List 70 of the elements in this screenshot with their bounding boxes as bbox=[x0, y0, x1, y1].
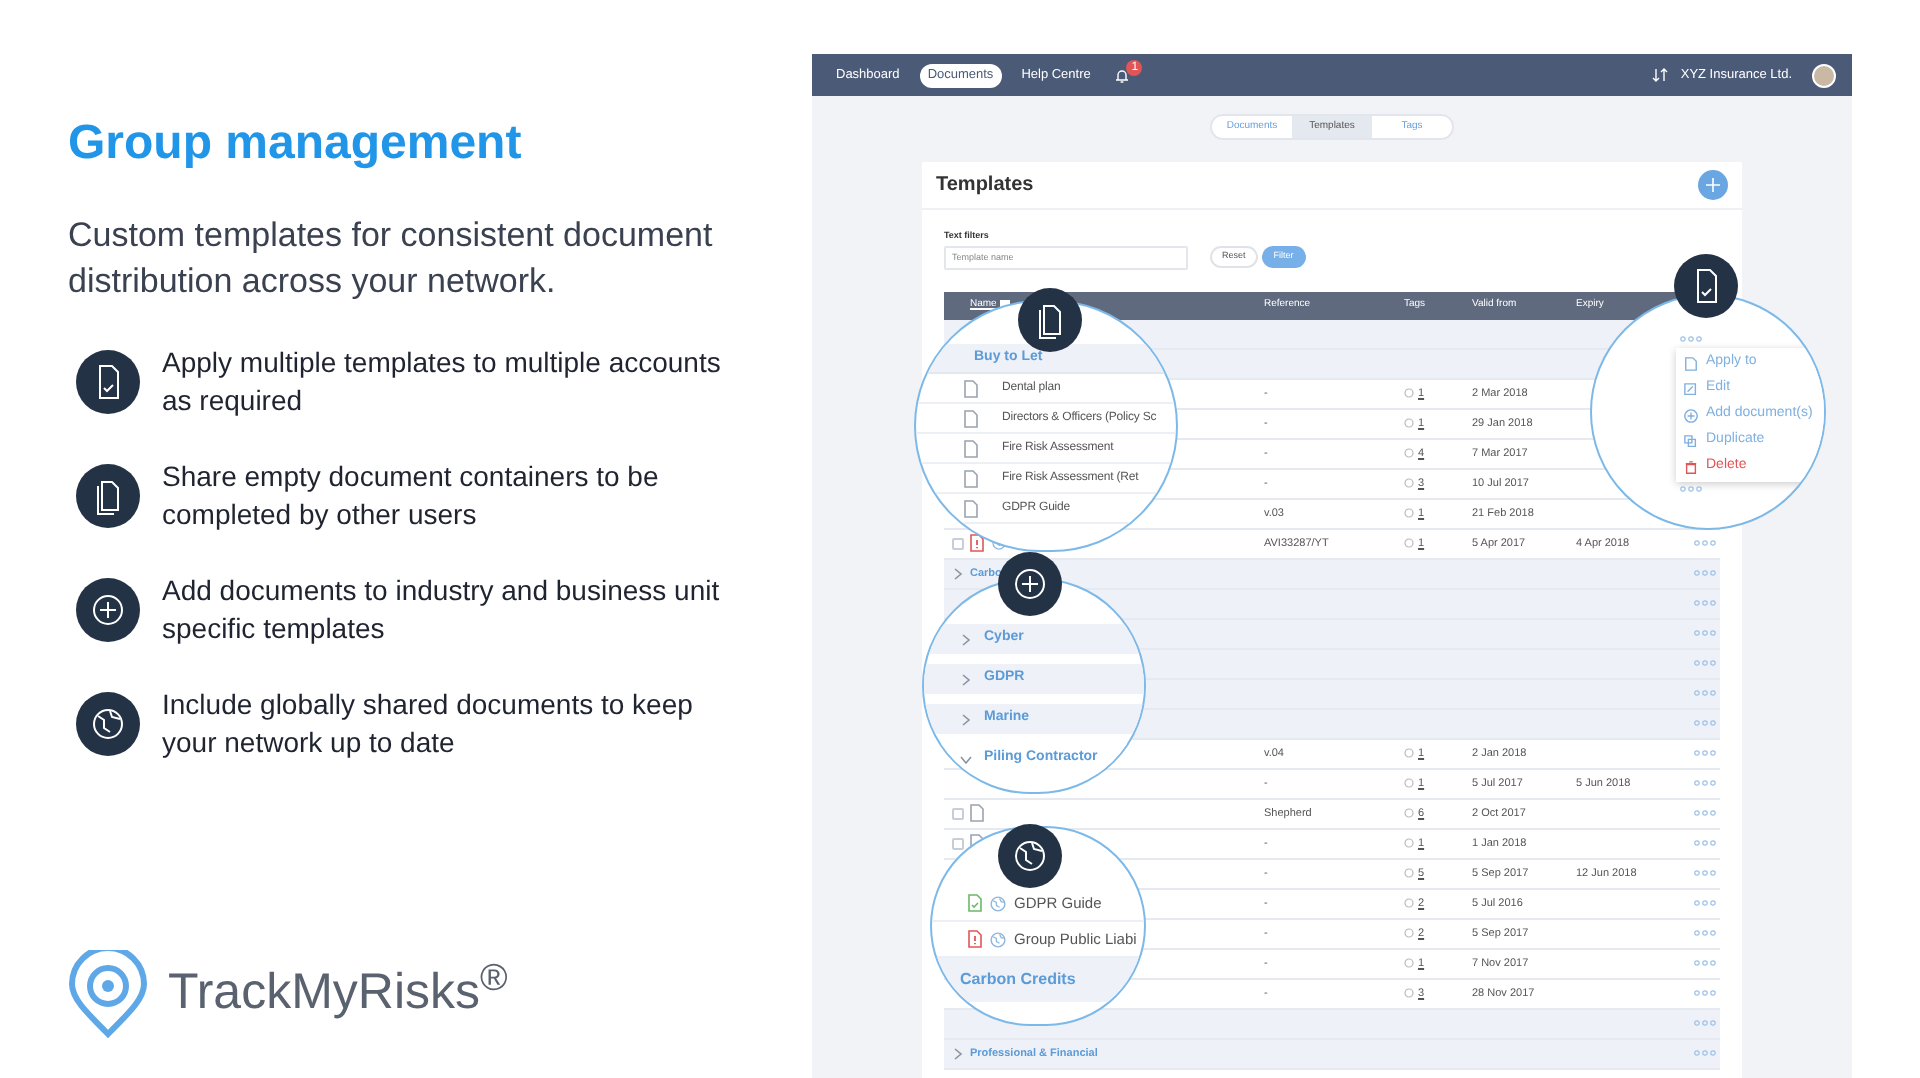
bell-icon[interactable] bbox=[1114, 67, 1131, 83]
more-icon[interactable] bbox=[1693, 750, 1715, 757]
tag-icon bbox=[1404, 868, 1414, 879]
slide-subtitle: Custom templates for consistent document distribution across your network. bbox=[68, 214, 715, 304]
card-title: Templates bbox=[936, 172, 1034, 200]
more-icon[interactable] bbox=[1693, 630, 1715, 637]
more-icon[interactable] bbox=[1693, 780, 1715, 787]
more-icon[interactable] bbox=[1693, 810, 1715, 817]
alert-document-icon bbox=[968, 930, 982, 948]
more-icon[interactable] bbox=[1693, 990, 1715, 997]
more-icon[interactable] bbox=[1693, 540, 1715, 547]
avatar[interactable] bbox=[1812, 63, 1836, 87]
more-icon[interactable] bbox=[1693, 840, 1715, 847]
more-icon[interactable] bbox=[1693, 960, 1715, 967]
tag-icon bbox=[1404, 838, 1414, 849]
row-checkbox[interactable] bbox=[951, 807, 963, 820]
plus-circle-icon bbox=[76, 578, 140, 642]
chevron-icon[interactable] bbox=[960, 673, 972, 685]
tag-icon bbox=[1404, 538, 1414, 549]
row-checkbox[interactable] bbox=[951, 537, 963, 550]
feature-text: Include globally shared documents to keep your network up to date bbox=[162, 686, 695, 762]
duplicate-icon bbox=[1684, 433, 1698, 449]
chevron-icon[interactable] bbox=[960, 633, 972, 645]
logo-text: TrackMyRisks$^{®}$ bbox=[168, 956, 508, 1025]
chevron-icon[interactable] bbox=[951, 1047, 963, 1060]
feature-text: Add documents to industry and business unit specific templates bbox=[162, 572, 722, 648]
delete-icon bbox=[1684, 459, 1698, 475]
more-icon[interactable] bbox=[1693, 720, 1715, 727]
more-icon[interactable] bbox=[1693, 930, 1715, 937]
globe-icon bbox=[76, 692, 140, 756]
tag-icon bbox=[1404, 508, 1414, 519]
document-check-icon bbox=[76, 350, 140, 414]
tag-icon bbox=[1404, 958, 1414, 969]
more-icon[interactable] bbox=[1693, 870, 1715, 877]
add-icon bbox=[1684, 407, 1698, 423]
apply-icon bbox=[1684, 355, 1698, 371]
switch-icon[interactable] bbox=[1652, 68, 1669, 82]
more-icon[interactable] bbox=[1693, 570, 1715, 577]
documents-icon bbox=[76, 464, 140, 528]
more-icon[interactable] bbox=[1693, 690, 1715, 697]
more-icon[interactable] bbox=[1693, 600, 1715, 607]
tag-icon bbox=[1404, 388, 1414, 399]
feature-text: Share empty document containers to be completed by other users bbox=[162, 458, 661, 534]
more-icon[interactable] bbox=[1680, 336, 1702, 342]
add-icon[interactable] bbox=[1698, 170, 1728, 200]
feature-text: Apply multiple templates to multiple accounts as required bbox=[162, 344, 723, 420]
more-icon[interactable] bbox=[1680, 486, 1702, 492]
approved-document-icon bbox=[968, 894, 982, 912]
logo-icon bbox=[68, 950, 148, 1038]
tag-icon bbox=[1404, 448, 1414, 459]
more-icon[interactable] bbox=[1693, 900, 1715, 907]
edit-icon bbox=[1684, 381, 1698, 397]
tag-icon bbox=[1404, 928, 1414, 939]
tag-icon bbox=[1404, 808, 1414, 819]
tag-icon bbox=[1404, 778, 1414, 789]
more-icon[interactable] bbox=[1693, 1050, 1715, 1057]
chevron-icon[interactable] bbox=[960, 713, 972, 725]
tag-icon bbox=[1404, 898, 1414, 909]
tag-icon bbox=[1404, 478, 1414, 489]
globe-icon bbox=[990, 931, 1006, 947]
row-checkbox[interactable] bbox=[951, 837, 963, 850]
chevron-icon[interactable] bbox=[951, 567, 963, 580]
tag-icon bbox=[1404, 988, 1414, 999]
tag-icon bbox=[1404, 418, 1414, 429]
more-icon[interactable] bbox=[1693, 660, 1715, 667]
slide-title: Group management bbox=[68, 120, 524, 168]
more-icon[interactable] bbox=[1693, 1020, 1715, 1027]
globe-icon bbox=[990, 895, 1006, 911]
chevron-icon[interactable] bbox=[960, 753, 972, 765]
tag-icon bbox=[1404, 748, 1414, 759]
